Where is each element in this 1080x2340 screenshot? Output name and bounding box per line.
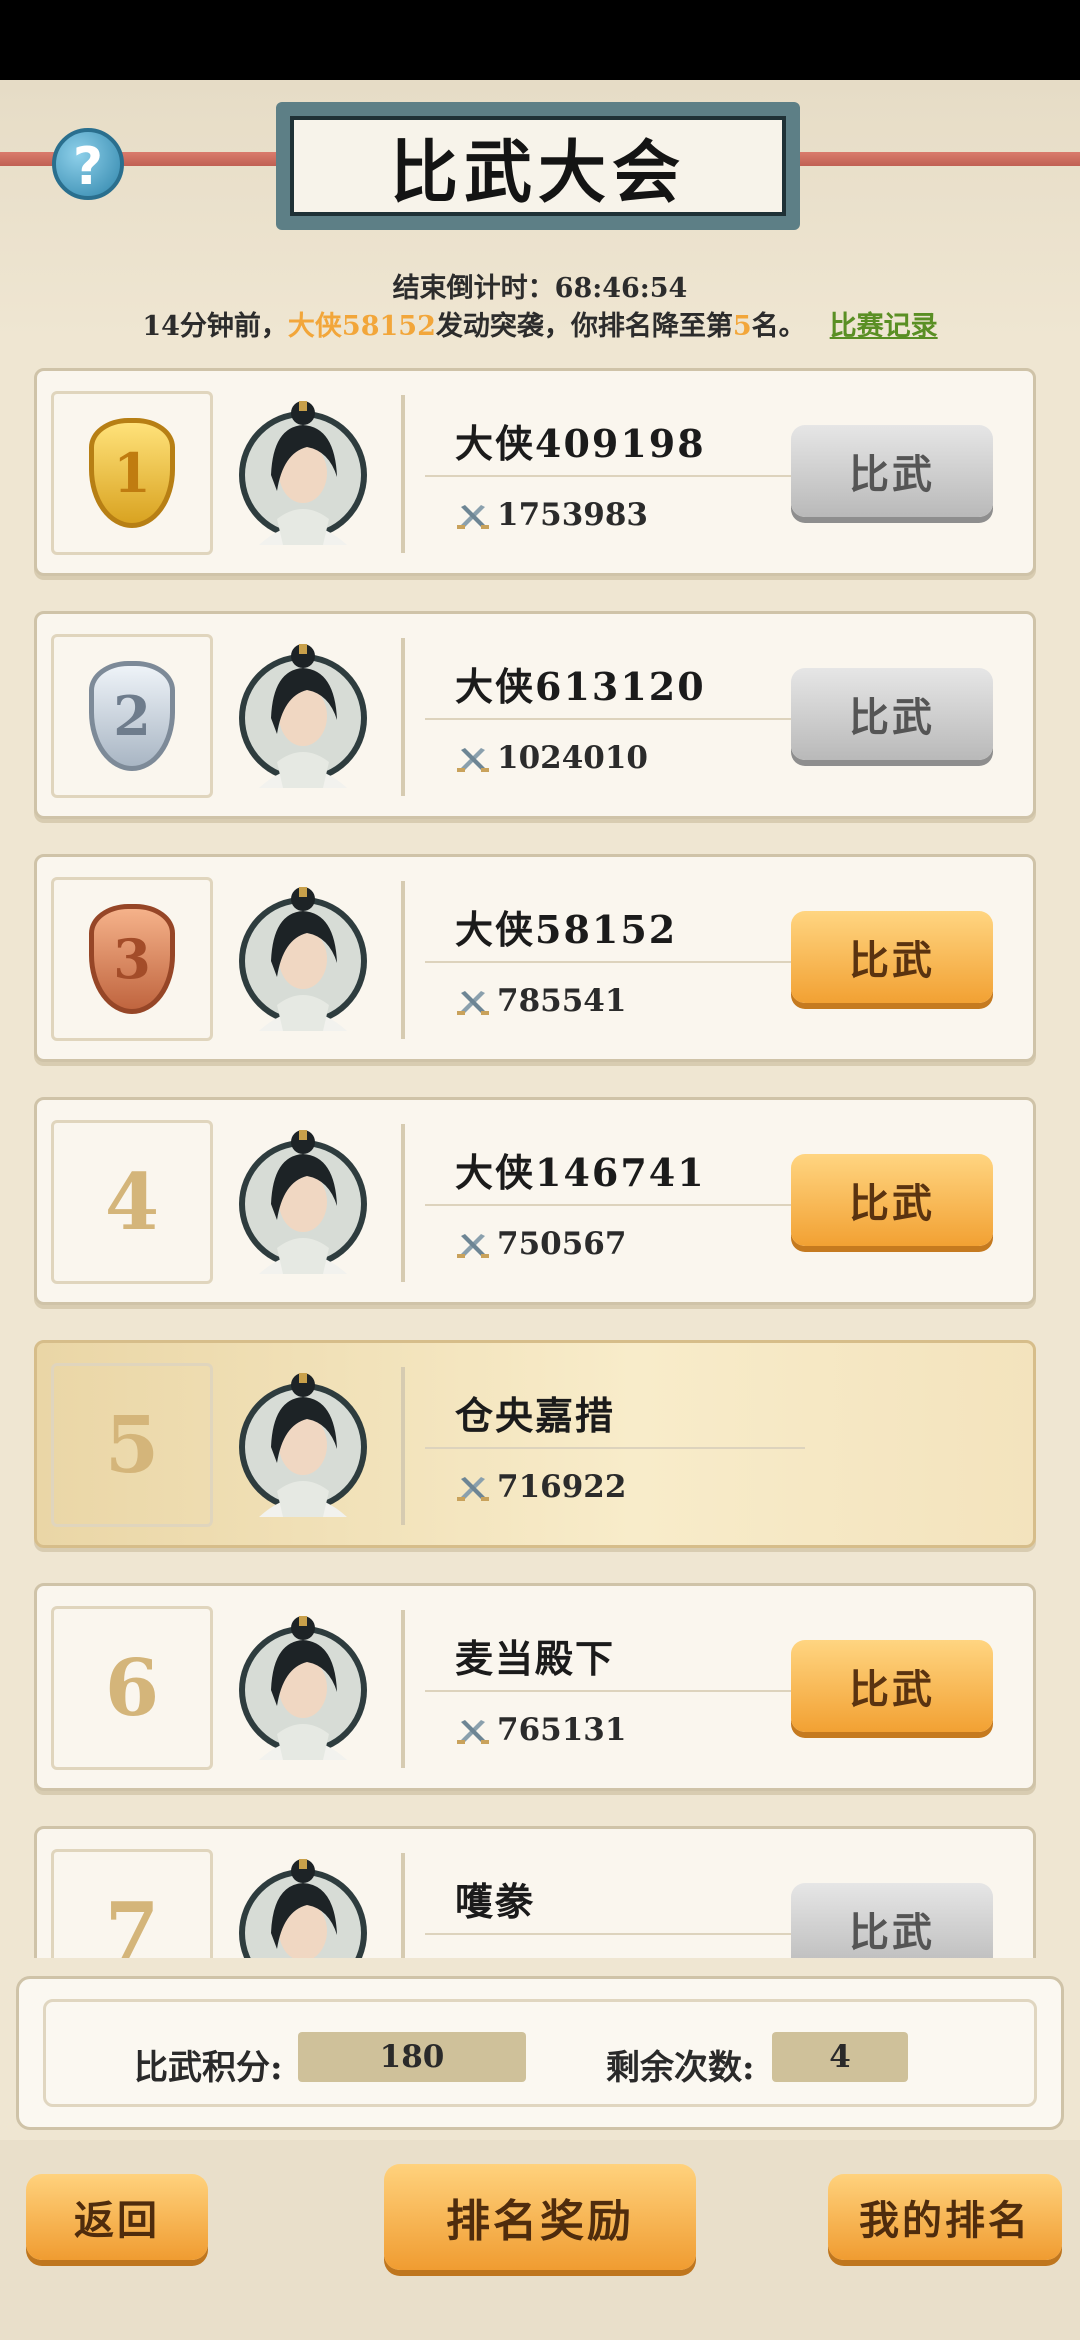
rank-card: 7 嚄豢 比武: [34, 1826, 1036, 1958]
silver-medal-icon: 2: [89, 661, 175, 771]
rank-box: 5: [51, 1363, 213, 1527]
combat-power: 785541: [455, 983, 626, 1019]
rank-reward-button[interactable]: 排名奖励: [384, 2164, 696, 2270]
player-name: 大侠58152: [455, 907, 678, 952]
card-divider: [401, 638, 405, 796]
combat-power-value: 765131: [497, 1712, 627, 1748]
card-divider: [401, 881, 405, 1039]
challenge-button[interactable]: 比武: [791, 1640, 993, 1732]
crossed-swords-icon: [455, 501, 491, 531]
rank-number: 5: [104, 1399, 160, 1491]
rank-box: 7: [51, 1849, 213, 1958]
card-divider: [401, 1853, 405, 1958]
attack-notice: 14分钟前，大侠58152发动突袭，你排名降至第5名。 比赛记录: [0, 304, 1080, 343]
combat-power: 716922: [455, 1469, 626, 1505]
combat-power-value: 785541: [497, 983, 627, 1019]
page-title: 比武大会: [290, 116, 786, 216]
crossed-swords-icon: [455, 744, 491, 774]
rank-card: 2 大侠613120 1024010 比武: [34, 611, 1036, 819]
player-name: 大侠146741: [455, 1150, 706, 1195]
bronze-medal-icon: 3: [89, 904, 175, 1014]
notice-suffix: 名。: [751, 311, 806, 342]
player-name: 大侠409198: [455, 421, 706, 466]
avatar[interactable]: [237, 1367, 369, 1523]
title-plate: 比武大会: [276, 102, 800, 230]
rank-number: 4: [104, 1156, 160, 1248]
combat-power: 1024010: [455, 740, 648, 776]
my-rank-card: 5 仓央嘉措 716922: [34, 1340, 1036, 1548]
countdown-text: 结束倒计时：68:46:54: [392, 273, 688, 304]
avatar[interactable]: [237, 881, 369, 1037]
rank-box: 1: [51, 391, 213, 555]
player-name: 嚄豢: [455, 1879, 536, 1924]
avatar[interactable]: [237, 1853, 369, 1958]
crossed-swords-icon: [455, 987, 491, 1017]
rank-box: 6: [51, 1606, 213, 1770]
remaining-value: 4: [772, 2032, 908, 2082]
rank-card: 3 大侠58152 785541 比武: [34, 854, 1036, 1062]
score-value: 180: [298, 2032, 526, 2082]
rank-box: 4: [51, 1120, 213, 1284]
challenge-button[interactable]: 比武: [791, 425, 993, 517]
player-name: 大侠613120: [455, 664, 706, 709]
notice-attacker: 大侠58152: [287, 311, 436, 342]
footer-bar: 返回 排名奖励 我的排名: [0, 2140, 1080, 2340]
card-divider: [401, 1124, 405, 1282]
name-underline: [425, 1933, 805, 1935]
name-underline: [425, 718, 805, 720]
ranking-list[interactable]: 1 大侠409198 1753983 比武 2 大侠613120 1024010 比武 3 大侠5…: [0, 368, 1080, 1958]
help-button[interactable]: ?: [52, 128, 124, 200]
challenge-button[interactable]: 比武: [791, 1883, 993, 1958]
card-divider: [401, 1610, 405, 1768]
name-underline: [425, 475, 805, 477]
avatar[interactable]: [237, 395, 369, 551]
crossed-swords-icon: [455, 1473, 491, 1503]
avatar[interactable]: [237, 1124, 369, 1280]
crossed-swords-icon: [455, 1716, 491, 1746]
score-label: 比武积分:: [134, 2048, 283, 2088]
combat-power-value: 1024010: [497, 740, 648, 776]
notice-prefix: 14分钟前，: [142, 311, 288, 342]
stats-panel: 比武积分: 180 剩余次数: 4: [16, 1976, 1064, 2130]
match-record-link[interactable]: 比赛记录: [830, 311, 938, 342]
rank-card: 6 麦当殿下 765131 比武: [34, 1583, 1036, 1791]
combat-power-value: 716922: [497, 1469, 627, 1505]
status-bar: [0, 0, 1080, 80]
combat-power: 750567: [455, 1226, 626, 1262]
avatar[interactable]: [237, 1610, 369, 1766]
rank-box: 2: [51, 634, 213, 798]
name-underline: [425, 1690, 805, 1692]
challenge-button[interactable]: 比武: [791, 911, 993, 1003]
name-underline: [425, 961, 805, 963]
avatar[interactable]: [237, 638, 369, 794]
notice-rank: 5: [732, 311, 752, 342]
combat-power: 1753983: [455, 497, 648, 533]
card-divider: [401, 395, 405, 553]
name-underline: [425, 1447, 805, 1449]
my-rank-button[interactable]: 我的排名: [828, 2174, 1062, 2260]
combat-power-value: 750567: [497, 1226, 627, 1262]
back-button[interactable]: 返回: [26, 2174, 208, 2260]
remaining-label: 剩余次数:: [606, 2048, 755, 2088]
challenge-button[interactable]: 比武: [791, 1154, 993, 1246]
notice-middle: 发动突袭，你排名降至第: [435, 311, 733, 342]
challenge-button[interactable]: 比武: [791, 668, 993, 760]
rank-number: 7: [104, 1885, 160, 1959]
rank-box: 3: [51, 877, 213, 1041]
stats-inner: 比武积分: 180 剩余次数: 4: [43, 1999, 1037, 2107]
combat-power-value: 1753983: [497, 497, 648, 533]
card-divider: [401, 1367, 405, 1525]
combat-power: 765131: [455, 1712, 626, 1748]
crossed-swords-icon: [455, 1230, 491, 1260]
rank-card: 4 大侠146741 750567 比武: [34, 1097, 1036, 1305]
name-underline: [425, 1204, 805, 1206]
player-name: 仓央嘉措: [455, 1393, 616, 1438]
gold-medal-icon: 1: [89, 418, 175, 528]
rank-card: 1 大侠409198 1753983 比武: [34, 368, 1036, 576]
player-name: 麦当殿下: [455, 1636, 616, 1681]
rank-number: 6: [104, 1642, 160, 1734]
